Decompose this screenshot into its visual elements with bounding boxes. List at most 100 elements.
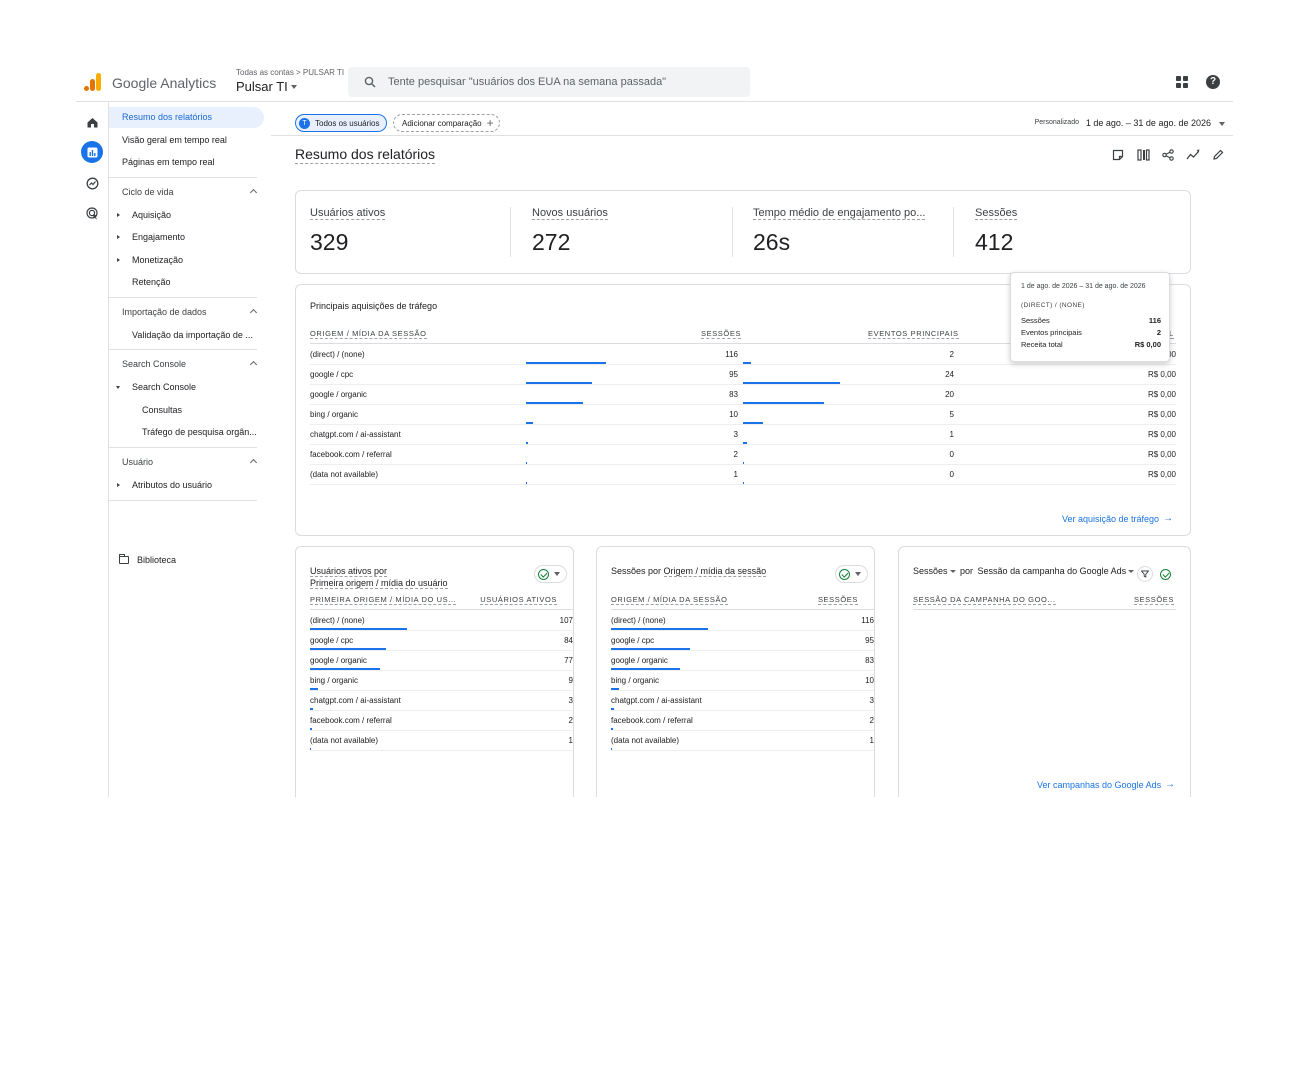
nav-realtime-pages[interactable]: Páginas em tempo real [109, 152, 264, 173]
nav-section-data-import[interactable]: Importação de dados [109, 302, 264, 323]
metric-engagement-time[interactable]: Tempo médio de engajamento po... 26s [739, 191, 953, 275]
advertising-icon[interactable] [81, 202, 103, 224]
source-cell: google / organic [611, 656, 668, 665]
table-row[interactable]: bing / organic 9 [310, 671, 573, 691]
nav-queries[interactable]: Consultas [109, 400, 264, 421]
property-selector[interactable]: Pulsar TI [236, 79, 297, 94]
nav-section-search-console[interactable]: Search Console [109, 354, 264, 375]
sessions-by-source-card: Sessões por Origem / mídia da sessão ORI… [596, 546, 875, 797]
view-google-ads-campaigns-link[interactable]: Ver campanhas do Google Ads → [1037, 779, 1175, 790]
nav-organic-search-traffic[interactable]: Tráfego de pesquisa orgân... [109, 422, 264, 443]
page-title: Resumo dos relatórios [295, 146, 436, 164]
table-row[interactable]: bing / organic 10 5 R$ 0,00 [310, 405, 1176, 425]
source-cell: bing / organic [611, 676, 660, 685]
column-header-source[interactable]: ORIGEM / MÍDIA DA SESSÃO [310, 329, 427, 339]
nav-section-lifecycle[interactable]: Ciclo de vida [109, 182, 264, 203]
dimension-selector[interactable]: Sessão da campanha do Google Ads [978, 565, 1127, 577]
search-input[interactable] [388, 76, 728, 88]
card-title-line1[interactable]: Usuários ativos por [310, 566, 388, 577]
account-breadcrumb[interactable]: Todas as contas > PULSAR TI [236, 68, 344, 77]
nav-retention[interactable]: Retenção [109, 272, 264, 293]
nav-search-console[interactable]: Search Console [109, 377, 264, 398]
segment-label: Todos os usuários [315, 118, 380, 128]
table-row[interactable]: (data not available) 1 0 R$ 0,00 [310, 465, 1176, 485]
help-icon[interactable]: ? [1206, 75, 1220, 89]
value-bar [310, 708, 313, 710]
add-comparison-button[interactable]: Adicionar comparação + [393, 114, 500, 132]
table-row[interactable]: chatgpt.com / ai-assistant 3 [611, 691, 874, 711]
table-row[interactable]: bing / organic 10 [611, 671, 874, 691]
nav-section-user[interactable]: Usuário [109, 452, 264, 473]
table-row[interactable]: facebook.com / referral 2 0 R$ 0,00 [310, 445, 1176, 465]
table-row[interactable]: (data not available) 1 [611, 731, 874, 751]
table-row[interactable]: google / cpc 95 [611, 631, 874, 651]
expand-arrow-icon [117, 235, 120, 239]
card-title-dimension[interactable]: Origem / mídia da sessão [663, 566, 767, 577]
compare-status-icon[interactable] [1157, 566, 1173, 582]
column-header-key-events[interactable]: EVENTOS PRINCIPAIS [868, 329, 959, 339]
check-circle-icon [839, 568, 850, 580]
chevron-up-icon [249, 360, 258, 369]
insights-icon[interactable] [1111, 148, 1125, 162]
search-box[interactable] [348, 67, 750, 97]
comparison-bar: T Todos os usuários Adicionar comparação… [271, 102, 1233, 136]
chevron-down-icon[interactable] [949, 569, 956, 573]
google-ads-campaign-card: Sessões por Sessão da campanha do Google… [898, 546, 1191, 797]
nav-user-attributes[interactable]: Atributos do usuário [109, 475, 264, 496]
nav-acquisition[interactable]: Aquisição [109, 205, 264, 226]
nav-monetization[interactable]: Monetização [109, 250, 264, 271]
column-header-active-users[interactable]: USUÁRIOS ATIVOS [480, 595, 557, 605]
segment-chip[interactable]: T Todos os usuários [295, 114, 388, 132]
table-row[interactable]: facebook.com / referral 2 [611, 711, 874, 731]
share-icon[interactable] [1161, 148, 1175, 162]
nav-label: Biblioteca [137, 555, 177, 565]
column-header-sessions[interactable]: SESSÕES [817, 595, 858, 605]
trend-icon[interactable] [1186, 148, 1200, 162]
nav-engagement[interactable]: Engajamento [109, 227, 264, 248]
compare-status-button[interactable] [534, 565, 567, 583]
table-row[interactable]: google / cpc 95 24 R$ 0,00 [310, 365, 1176, 385]
card-title-line2[interactable]: Primeira origem / mídia do usuário [310, 578, 448, 589]
explore-icon[interactable] [81, 172, 103, 194]
filter-icon[interactable] [1137, 566, 1153, 582]
table-row[interactable]: google / cpc 84 [310, 631, 573, 651]
column-header-sessions[interactable]: SESSÕES [701, 329, 742, 339]
table-row[interactable]: chatgpt.com / ai-assistant 3 1 R$ 0,00 [310, 425, 1176, 445]
compare-status-button[interactable] [835, 565, 868, 583]
chevron-down-icon [554, 572, 560, 576]
nav-library[interactable]: Biblioteca [119, 550, 176, 570]
metric-sessions[interactable]: Sessões 412 [961, 191, 1175, 275]
column-header-source[interactable]: ORIGEM / MÍDIA DA SESSÃO [611, 595, 728, 605]
table-row[interactable]: chatgpt.com / ai-assistant 3 [310, 691, 573, 711]
compare-icon[interactable] [1136, 148, 1150, 162]
nav-realtime-overview[interactable]: Visão geral em tempo real [109, 130, 264, 151]
value-cell: 2 [568, 716, 573, 725]
reports-icon[interactable] [81, 141, 103, 163]
metric-label: Usuários ativos [310, 207, 386, 220]
table-row[interactable]: (direct) / (none) 116 [611, 611, 874, 631]
table-row[interactable]: (data not available) 1 [310, 731, 573, 751]
column-header-sessions[interactable]: SESSÕES [1133, 595, 1174, 605]
column-header-campaign[interactable]: SESSÃO DA CAMPANHA DO GOO... [913, 595, 1056, 605]
column-header-source[interactable]: PRIMEIRA ORIGEM / MÍDIA DO US... [310, 595, 457, 605]
chevron-down-icon[interactable] [1219, 122, 1225, 126]
home-icon[interactable] [81, 111, 103, 133]
revenue-cell: R$ 0,00 [1147, 390, 1176, 399]
nav-import-validation[interactable]: Validação da importação de ... [109, 325, 264, 346]
nav-label: Retenção [132, 277, 171, 287]
table-row[interactable]: google / organic 83 20 R$ 0,00 [310, 385, 1176, 405]
view-traffic-acquisition-link[interactable]: Ver aquisição de tráfego → [1062, 513, 1173, 524]
table-row[interactable]: (direct) / (none) 107 [310, 611, 573, 631]
apps-grid-icon[interactable] [1176, 76, 1188, 88]
nav-reports-snapshot[interactable]: Resumo dos relatórios [109, 107, 264, 128]
metric-active-users[interactable]: Usuários ativos 329 [296, 191, 510, 275]
table-row[interactable]: google / organic 77 [310, 651, 573, 671]
date-range-picker[interactable]: 1 de ago. – 31 de ago. de 2026 [1086, 118, 1211, 128]
metric-selector[interactable]: Sessões [913, 565, 948, 577]
table-row[interactable]: facebook.com / referral 2 [310, 711, 573, 731]
table-row[interactable]: google / organic 83 [611, 651, 874, 671]
sessions-bar [526, 482, 527, 484]
chevron-down-icon[interactable] [1128, 569, 1135, 573]
edit-pencil-icon[interactable] [1211, 148, 1225, 162]
metric-new-users[interactable]: Novos usuários 272 [518, 191, 732, 275]
